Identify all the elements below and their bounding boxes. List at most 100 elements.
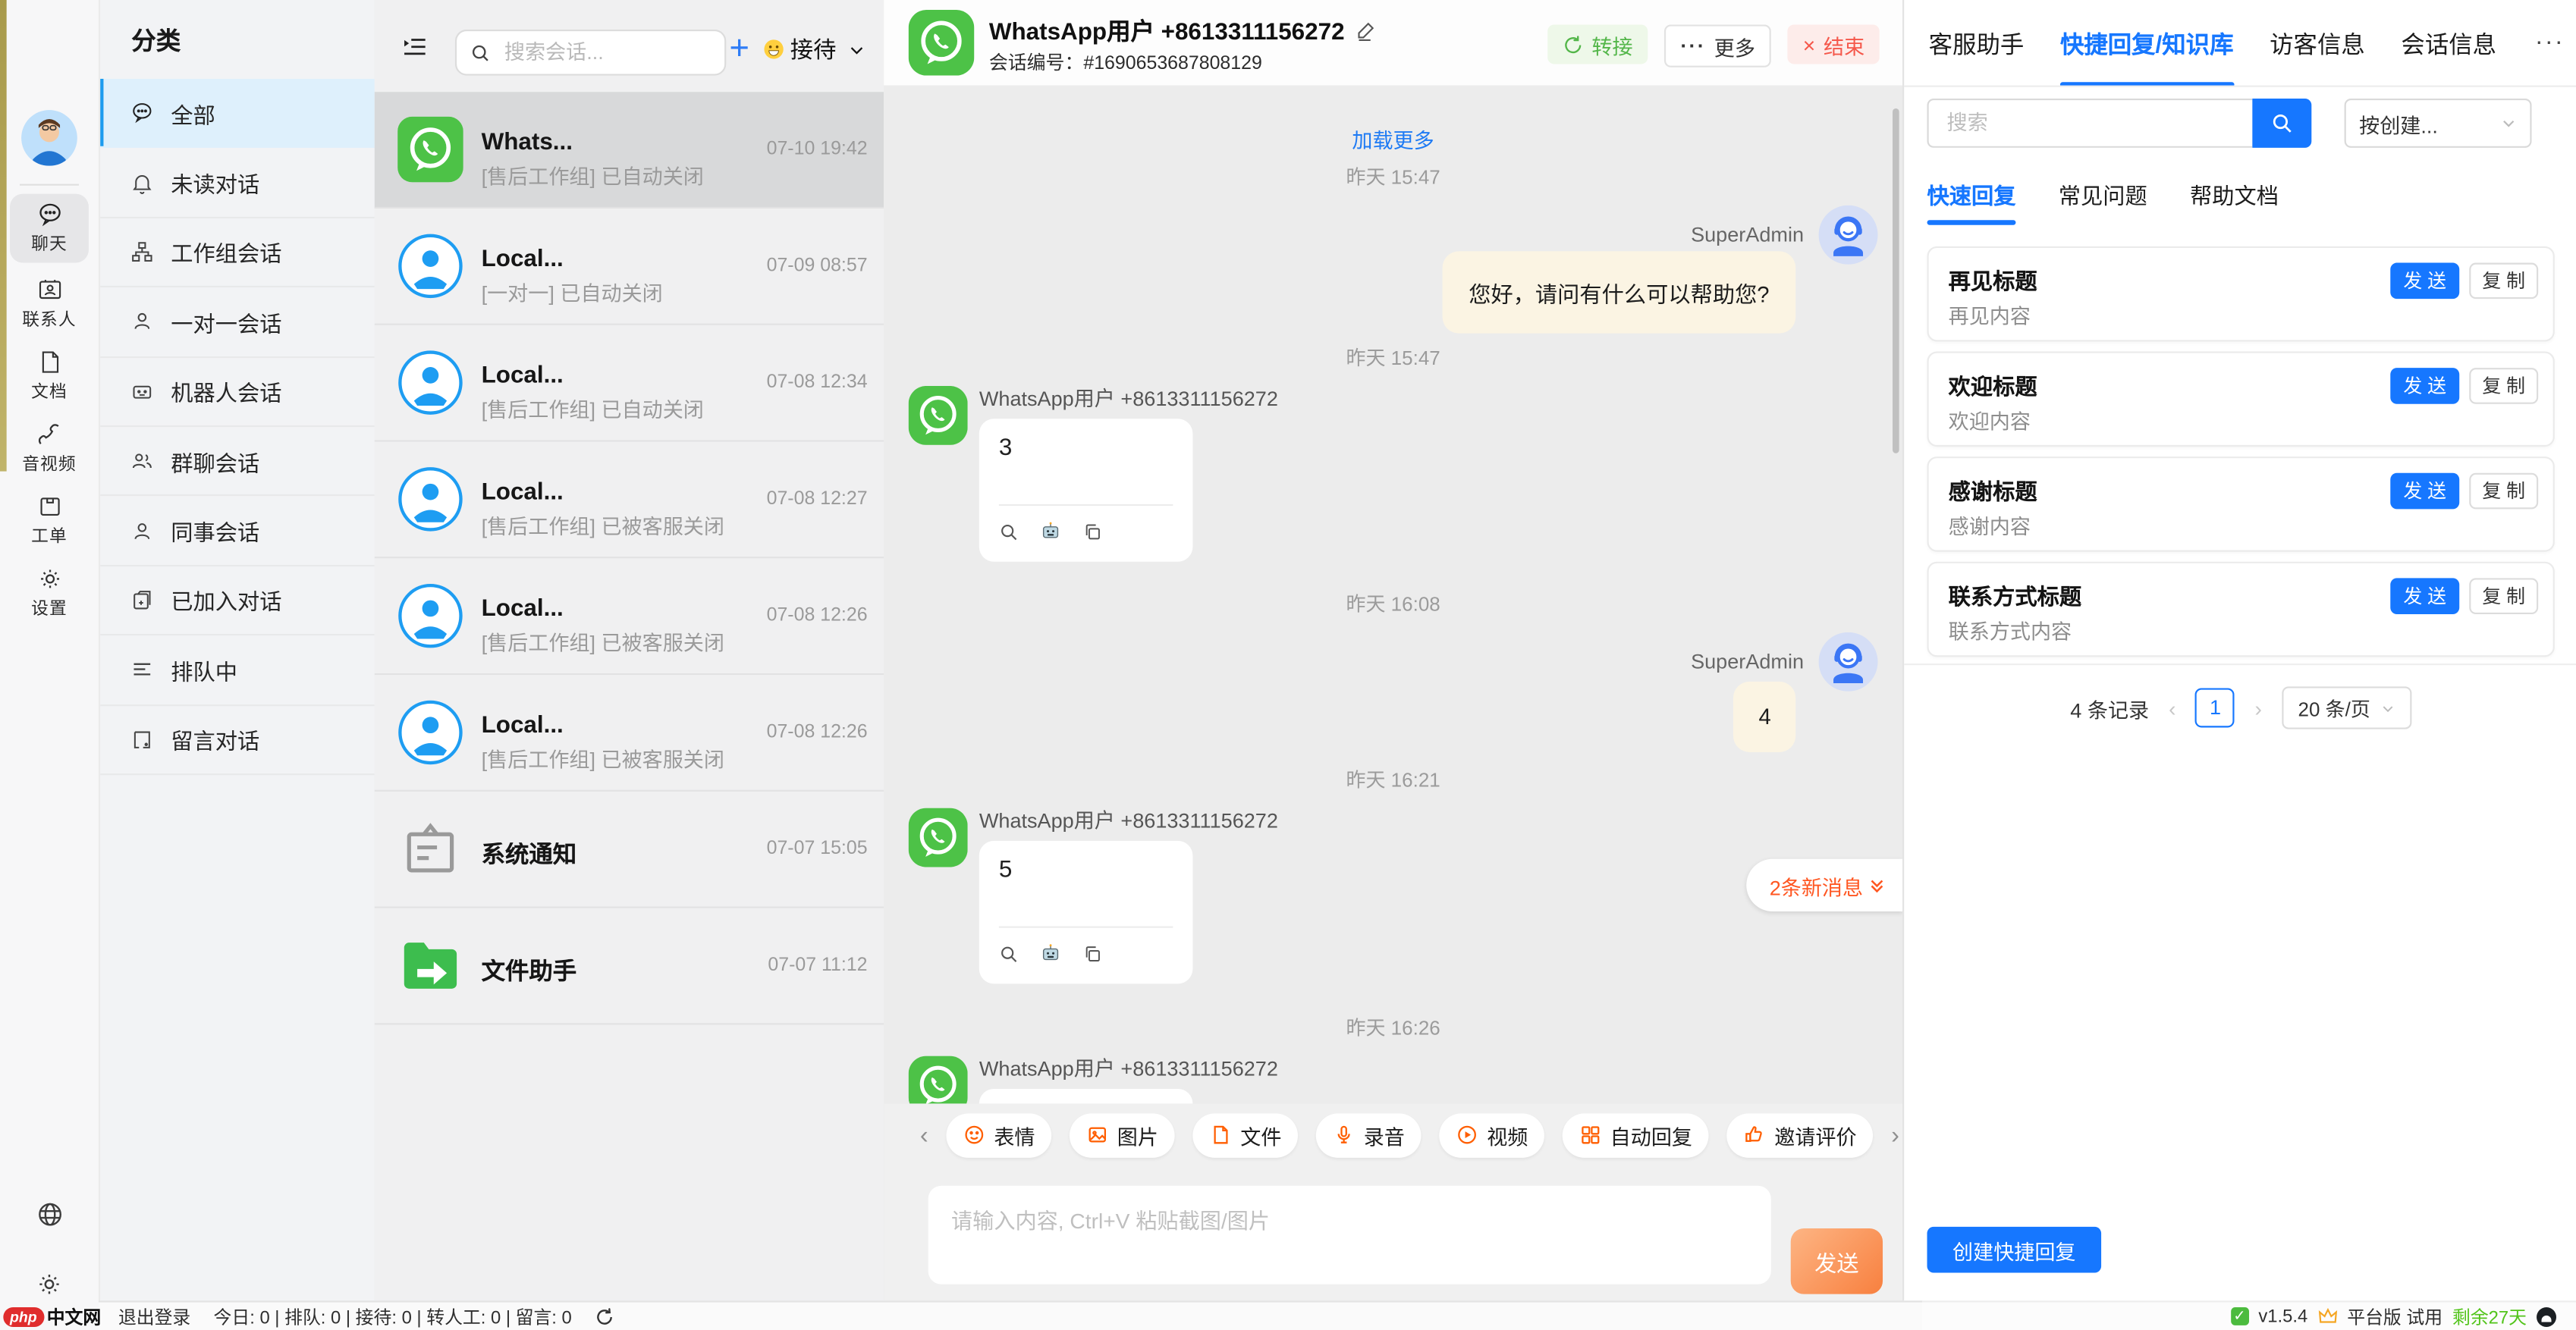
conversation-item[interactable]: Local... [售后工作组] 已被客服关闭 07-08 12:26 bbox=[375, 558, 884, 675]
copy-quick-reply-button[interactable]: 复 制 bbox=[2469, 473, 2538, 510]
toolbar-review-button[interactable]: 邀请评价 bbox=[1726, 1112, 1873, 1156]
category-item-message[interactable]: 留言对话 bbox=[99, 705, 375, 775]
create-quick-reply-label: 创建快捷回复 bbox=[1952, 1234, 2075, 1266]
tab-assistant[interactable]: 客服助手 bbox=[1929, 26, 2025, 60]
message-input[interactable] bbox=[928, 1186, 1771, 1285]
chat-toolbar: ‹ 表情 图片 文件 录音 bbox=[884, 1103, 1938, 1165]
conversation-search[interactable] bbox=[455, 30, 726, 76]
toolbar-video-button[interactable]: 视频 bbox=[1439, 1112, 1544, 1156]
tab-visitor-info[interactable]: 访客信息 bbox=[2270, 26, 2365, 60]
category-item-unread[interactable]: 未读对话 bbox=[99, 149, 375, 218]
rail-item-tickets[interactable]: 工单 bbox=[10, 486, 89, 555]
send-quick-reply-button[interactable]: 发 送 bbox=[2390, 263, 2459, 300]
category-item-workgroup[interactable]: 工作组会话 bbox=[99, 218, 375, 288]
message-timestamp: 昨天 16:26 bbox=[1346, 1013, 1440, 1041]
toolbar-autoreply-button[interactable]: 自动回复 bbox=[1563, 1112, 1709, 1156]
end-label: 结束 bbox=[1824, 29, 1864, 60]
logout-link[interactable]: 退出登录 bbox=[118, 1304, 190, 1330]
conversation-item-system[interactable]: 系统通知 07-07 15:05 bbox=[375, 792, 884, 908]
send-quick-reply-button[interactable]: 发 送 bbox=[2390, 368, 2459, 404]
rail-item-contacts[interactable]: 联系人 bbox=[10, 269, 89, 338]
quick-reply-title: 欢迎标题 bbox=[1949, 368, 2037, 400]
category-item-joined[interactable]: 已加入对话 bbox=[99, 566, 375, 636]
category-item-group[interactable]: 群聊会话 bbox=[99, 427, 375, 497]
more-button[interactable]: ··· 更多 bbox=[1664, 24, 1772, 67]
copy-quick-reply-button[interactable]: 复 制 bbox=[2469, 368, 2538, 404]
category-item-robot[interactable]: 机器人会话 bbox=[99, 357, 375, 427]
github-icon[interactable] bbox=[2537, 1306, 2556, 1326]
tab-faq[interactable]: 常见问题 bbox=[2059, 177, 2147, 225]
rail-item-settings[interactable]: 设置 bbox=[10, 558, 89, 627]
next-page-button[interactable]: › bbox=[2254, 695, 2261, 720]
refresh-button[interactable] bbox=[595, 1307, 614, 1327]
edit-title-button[interactable] bbox=[1356, 20, 1378, 41]
quick-reply-card[interactable]: 再见标题 再见内容 发 送 复 制 bbox=[1927, 246, 2555, 342]
conversation-search-input[interactable] bbox=[501, 39, 689, 66]
category-item-one2one[interactable]: 一对一会话 bbox=[99, 287, 375, 357]
chat-scrollbar-thumb[interactable] bbox=[1893, 108, 1899, 453]
copy-message-button[interactable] bbox=[1082, 522, 1102, 541]
robot-reply-button[interactable] bbox=[1040, 521, 1061, 542]
toolbar-scroll-left[interactable]: ‹ bbox=[920, 1121, 928, 1149]
toolbar-file-button[interactable]: 文件 bbox=[1192, 1112, 1298, 1156]
tabs-overflow-button[interactable]: ··· bbox=[2522, 0, 2576, 83]
toolbar-emoji-button[interactable]: 表情 bbox=[947, 1112, 1052, 1156]
tab-help-docs[interactable]: 帮助文档 bbox=[2190, 177, 2279, 225]
send-quick-reply-button[interactable]: 发 送 bbox=[2390, 578, 2459, 614]
conversation-item[interactable]: Whats... [售后工作组] 已自动关闭 07-10 19:42 bbox=[375, 92, 884, 209]
conversation-item-filehelper[interactable]: 文件助手 07-07 11:12 bbox=[375, 908, 884, 1025]
user-avatar[interactable] bbox=[21, 110, 77, 166]
kb-search-box[interactable] bbox=[1927, 99, 2253, 148]
kb-search-button[interactable] bbox=[2252, 99, 2311, 148]
category-item-queue[interactable]: 排队中 bbox=[99, 635, 375, 705]
new-conversation-button[interactable]: + bbox=[720, 28, 759, 71]
collapse-list-button[interactable] bbox=[401, 34, 429, 58]
message-history[interactable]: 加载更多 昨天 15:47 SuperAdmin bbox=[884, 86, 1902, 1104]
rail-item-docs[interactable]: 文档 bbox=[10, 341, 89, 410]
toolbar-scroll-right[interactable]: › bbox=[1891, 1121, 1899, 1149]
prev-page-button[interactable]: ‹ bbox=[2169, 695, 2175, 720]
quick-reply-card[interactable]: 欢迎标题 欢迎内容 发 送 复 制 bbox=[1927, 351, 2555, 447]
send-label: 发送 bbox=[1814, 1245, 1858, 1278]
quick-reply-card[interactable]: 感谢标题 感谢内容 发 送 复 制 bbox=[1927, 456, 2555, 552]
copy-quick-reply-button[interactable]: 复 制 bbox=[2469, 263, 2538, 300]
message-input-box[interactable] bbox=[928, 1186, 1771, 1285]
copy-icon bbox=[1082, 522, 1102, 541]
end-session-button[interactable]: × 结束 bbox=[1788, 24, 1879, 64]
translate-search-button[interactable] bbox=[999, 522, 1019, 541]
robot-reply-button[interactable] bbox=[1040, 943, 1061, 964]
load-more-link[interactable]: 加载更多 bbox=[1352, 123, 1434, 154]
tab-session-info[interactable]: 会话信息 bbox=[2401, 26, 2496, 60]
transfer-button[interactable]: 转接 bbox=[1547, 24, 1648, 64]
current-page[interactable]: 1 bbox=[2196, 688, 2235, 727]
translate-search-button[interactable] bbox=[999, 943, 1019, 963]
conversation-item[interactable]: Local... [售后工作组] 已自动关闭 07-08 12:34 bbox=[375, 325, 884, 442]
settings-bottom-button[interactable] bbox=[0, 1269, 99, 1299]
conversation-item[interactable]: Local... [售后工作组] 已被客服关闭 07-08 12:27 bbox=[375, 442, 884, 559]
send-quick-reply-button[interactable]: 发 送 bbox=[2390, 473, 2459, 510]
new-messages-pill[interactable]: 2条新消息 bbox=[1746, 859, 1902, 911]
image-icon bbox=[1086, 1123, 1109, 1146]
conversation-item[interactable]: Local... [一对一] 已自动关闭 07-09 08:57 bbox=[375, 209, 884, 325]
conversation-item[interactable]: Local... [售后工作组] 已被客服关闭 07-08 12:26 bbox=[375, 675, 884, 792]
tab-quick-replies[interactable]: 快速回复 bbox=[1927, 177, 2016, 225]
copy-message-button[interactable] bbox=[1082, 943, 1102, 963]
language-globe-button[interactable] bbox=[0, 1199, 99, 1230]
category-item-colleague[interactable]: 同事会话 bbox=[99, 497, 375, 566]
page-size-dropdown[interactable]: 20 条/页 bbox=[2282, 686, 2411, 729]
quick-reply-content: 联系方式内容 bbox=[1949, 614, 2072, 645]
reception-status-dropdown[interactable]: 接待 bbox=[762, 28, 865, 71]
quick-reply-card[interactable]: 联系方式标题 联系方式内容 发 送 复 制 bbox=[1927, 562, 2555, 657]
toolbar-voice-button[interactable]: 录音 bbox=[1316, 1112, 1422, 1156]
kb-search-input[interactable] bbox=[1943, 110, 2213, 136]
copy-quick-reply-button[interactable]: 复 制 bbox=[2469, 578, 2538, 614]
toolbar-image-button[interactable]: 图片 bbox=[1070, 1112, 1175, 1156]
tab-quick-reply-kb[interactable]: 快捷回复/知识库 bbox=[2060, 26, 2234, 60]
rail-item-chat[interactable]: 聊天 bbox=[10, 194, 89, 263]
send-button[interactable]: 发送 bbox=[1791, 1228, 1883, 1294]
user-name: WhatsApp用户 +8613311156272 bbox=[979, 386, 1278, 414]
create-quick-reply-button[interactable]: 创建快捷回复 bbox=[1927, 1227, 2102, 1273]
category-item-all[interactable]: 全部 bbox=[99, 79, 375, 149]
rail-item-av[interactable]: 音视频 bbox=[10, 414, 89, 483]
sort-dropdown[interactable]: 按创建... bbox=[2345, 99, 2532, 148]
